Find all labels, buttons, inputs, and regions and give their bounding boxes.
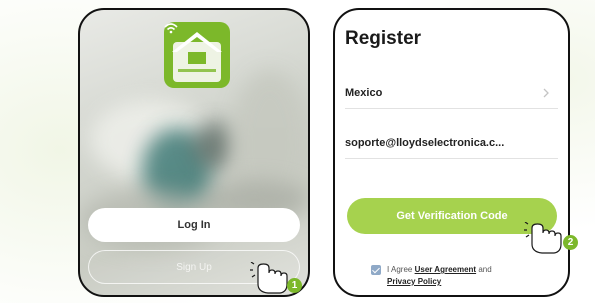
divider — [345, 158, 558, 159]
app-logo-icon — [164, 22, 230, 88]
divider — [345, 108, 558, 109]
privacy-policy-link[interactable]: Privacy Policy — [387, 277, 441, 286]
country-value: Mexico — [345, 87, 383, 99]
checkbox-icon[interactable] — [371, 265, 381, 275]
email-value: soporte@lloydselectronica.c... — [345, 137, 505, 149]
user-agreement-link[interactable]: User Agreement — [415, 265, 477, 274]
agreement-text: I Agree User Agreement and Privacy Polic… — [387, 264, 563, 288]
agree-prefix: I Agree — [387, 265, 413, 274]
tap-hand-icon — [524, 222, 562, 254]
step-badge-2: 2 — [563, 235, 578, 250]
and-text: and — [478, 265, 492, 274]
email-field[interactable]: soporte@lloydselectronica.c... — [345, 130, 558, 156]
tap-hand-icon — [250, 262, 288, 294]
login-phone-screen: Log In Sign Up — [78, 8, 310, 297]
country-selector[interactable]: Mexico — [345, 80, 558, 106]
wifi-icon — [164, 23, 178, 34]
step-badge-1: 1 — [287, 278, 302, 293]
chevron-right-icon — [543, 88, 549, 98]
page-title: Register — [345, 28, 422, 49]
login-button[interactable]: Log In — [88, 208, 300, 242]
